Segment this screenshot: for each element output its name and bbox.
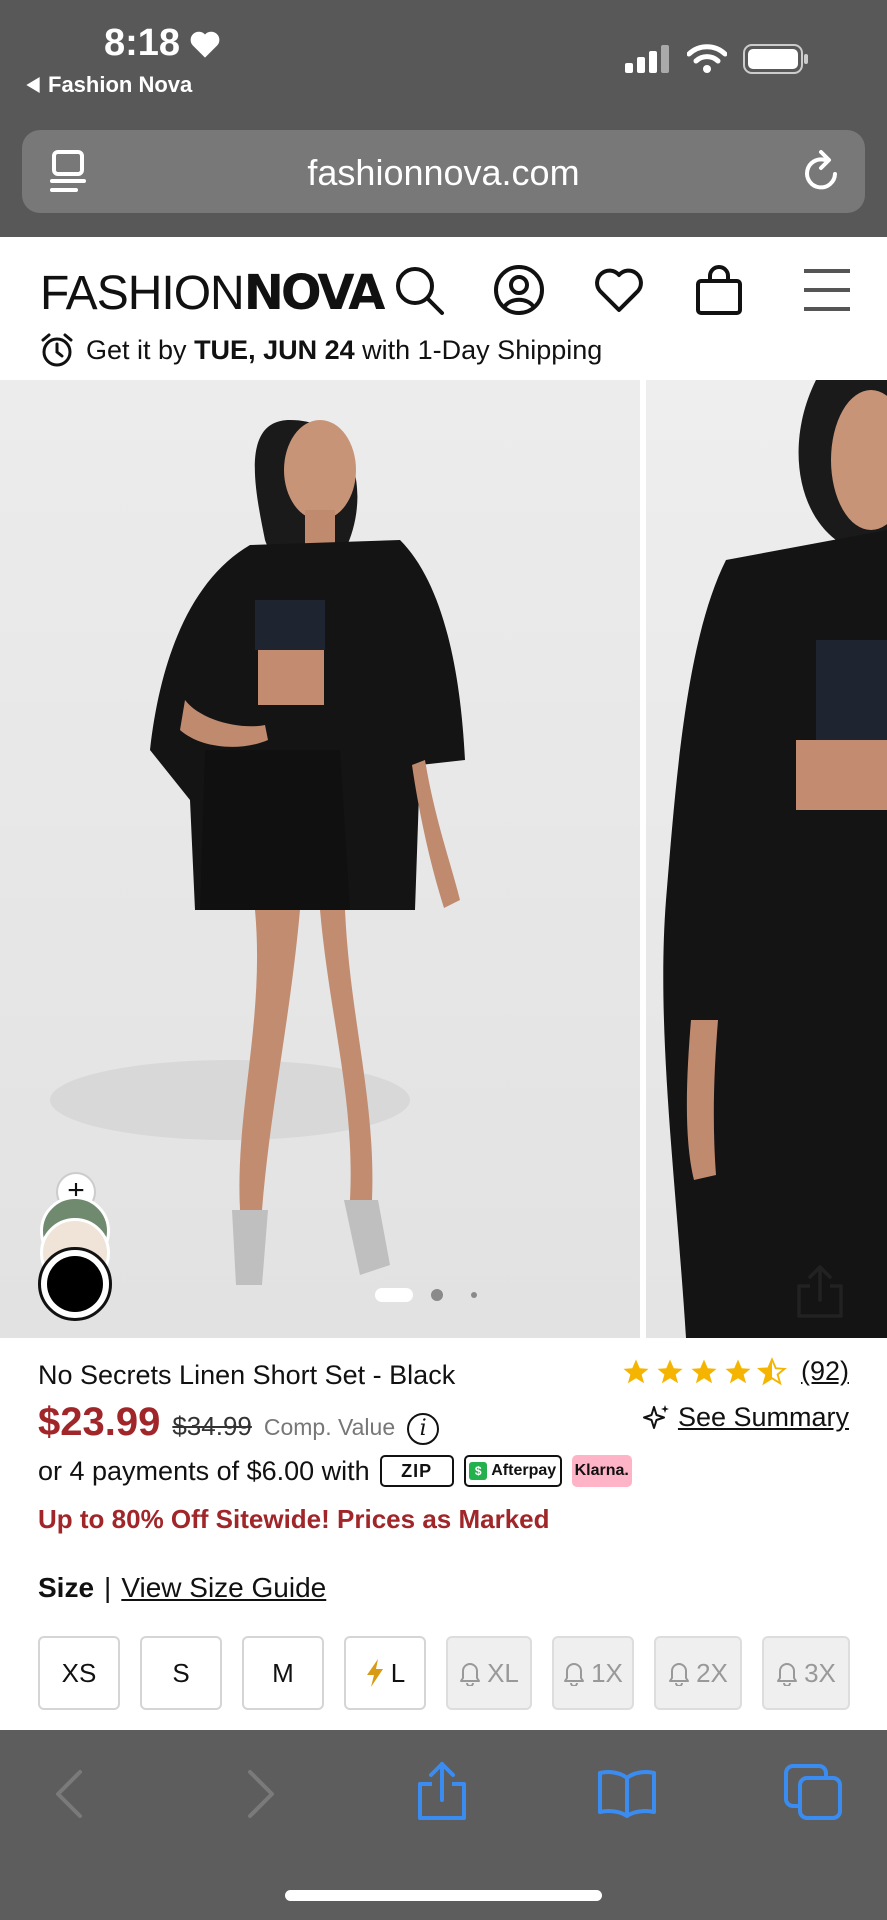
klarna-badge[interactable]: Klarna.: [571, 1455, 632, 1487]
size-label: M: [272, 1657, 294, 1688]
size-xl-button[interactable]: XL: [446, 1636, 532, 1710]
size-1x-button[interactable]: 1X: [552, 1636, 634, 1710]
half-star-icon: [757, 1356, 787, 1385]
cellular-signal-icon: [625, 45, 669, 73]
heart-status-icon: [190, 31, 220, 58]
zip-badge[interactable]: ZIP: [379, 1455, 454, 1487]
carousel-dot-active: [375, 1288, 413, 1302]
size-m-button[interactable]: M: [242, 1636, 324, 1710]
bell-icon: [777, 1663, 798, 1686]
product-photo-main[interactable]: [0, 380, 640, 1338]
account-icon[interactable]: [492, 263, 546, 317]
bookmarks-book-icon[interactable]: [596, 1768, 658, 1818]
hamburger-menu-icon[interactable]: [800, 263, 854, 317]
promo-text: Up to 80% Off Sitewide! Prices as Marked: [38, 1504, 550, 1534]
size-label: XL: [487, 1657, 519, 1688]
sale-price: $23.99: [38, 1400, 161, 1444]
installments-row: or 4 payments of $6.00 with ZIP $ Afterp…: [38, 1455, 632, 1487]
see-summary-link[interactable]: See Summary: [642, 1402, 849, 1433]
size-label: Size: [38, 1572, 95, 1603]
size-options: XS S M L XL 1X 2X 3X: [38, 1636, 850, 1710]
share-icon[interactable]: [793, 1264, 847, 1320]
product-name: No Secrets Linen Short Set - Black: [38, 1360, 456, 1390]
model-illustration: [50, 420, 465, 1285]
tabs-icon[interactable]: [784, 1764, 844, 1820]
sparkle-icon: [642, 1404, 669, 1429]
alarm-clock-icon: [41, 333, 73, 367]
swatch-black-selected[interactable]: [38, 1247, 112, 1321]
shopping-bag-icon[interactable]: [692, 263, 746, 317]
size-label: XS: [61, 1657, 97, 1688]
comp-value-label: Comp. Value: [263, 1414, 396, 1440]
status-bar: 8:18 Fashion Nova fashionnova.com: [0, 0, 887, 237]
status-icons: [625, 44, 809, 74]
carousel-dot[interactable]: [471, 1292, 477, 1298]
url-text[interactable]: fashionnova.com: [22, 152, 865, 194]
bell-icon: [669, 1663, 690, 1686]
size-label: 3X: [804, 1657, 836, 1688]
star-icon: [657, 1359, 683, 1383]
price-row: $23.99 $34.99 Comp. Value i: [38, 1400, 440, 1445]
model-illustration-2: [663, 380, 887, 1338]
see-summary-label[interactable]: See Summary: [678, 1402, 849, 1433]
rating[interactable]: (92): [621, 1356, 849, 1387]
reload-icon[interactable]: [801, 150, 843, 194]
site-header: FASHIONNOVA Get it by TUE, JUN 24 with 1…: [0, 237, 887, 379]
size-label: 2X: [696, 1657, 728, 1688]
star-icon: [623, 1359, 649, 1383]
size-3x-button[interactable]: 3X: [762, 1636, 850, 1710]
url-bar[interactable]: fashionnova.com: [22, 130, 865, 213]
size-header: Size | View Size Guide: [38, 1572, 326, 1604]
size-l-button[interactable]: L: [344, 1636, 426, 1710]
size-2x-button[interactable]: 2X: [654, 1636, 742, 1710]
star-icon: [691, 1359, 717, 1383]
size-label: 1X: [591, 1657, 623, 1688]
back-arrow-icon[interactable]: [50, 1766, 90, 1822]
bell-icon: [564, 1663, 585, 1686]
back-app-label: Fashion Nova: [48, 72, 193, 97]
size-s-button[interactable]: S: [140, 1636, 222, 1710]
shipping-suffix: with 1-Day Shipping: [362, 334, 603, 365]
carousel-dot[interactable]: [431, 1289, 443, 1301]
time-text: 8:18: [104, 22, 181, 64]
afterpay-dollar-icon: $: [469, 1462, 488, 1480]
fashion-nova-logo[interactable]: FASHIONNOVA: [40, 265, 386, 321]
back-to-app[interactable]: Fashion Nova: [26, 72, 192, 98]
size-label: L: [390, 1657, 406, 1688]
wishlist-heart-icon[interactable]: [592, 263, 646, 317]
size-separator: |: [104, 1572, 112, 1603]
status-time: 8:18: [104, 22, 222, 65]
forward-arrow-icon[interactable]: [240, 1766, 280, 1822]
size-label: S: [172, 1657, 190, 1688]
carousel-dots: [375, 1288, 485, 1302]
bell-icon: [460, 1663, 481, 1686]
share-toolbar-icon[interactable]: [414, 1760, 470, 1822]
original-price: $34.99: [172, 1411, 252, 1441]
battery-icon: [743, 44, 808, 74]
afterpay-badge[interactable]: $ Afterpay: [463, 1455, 562, 1487]
installments-text: or 4 payments of $6.00 with: [38, 1455, 370, 1486]
search-icon[interactable]: [392, 263, 446, 317]
home-indicator[interactable]: [285, 1890, 602, 1901]
logo-light: FASHION: [40, 267, 245, 320]
lightning-icon: [366, 1659, 383, 1687]
wifi-icon: [687, 44, 727, 73]
review-count[interactable]: (92): [801, 1356, 849, 1387]
product-photo-next[interactable]: [646, 380, 887, 1338]
info-icon[interactable]: i: [407, 1413, 440, 1445]
shipping-banner: Get it by TUE, JUN 24 with 1-Day Shippin…: [40, 333, 602, 367]
afterpay-label: Afterpay: [491, 1462, 557, 1479]
size-guide-link[interactable]: View Size Guide: [121, 1572, 326, 1604]
back-triangle-icon: [26, 77, 40, 93]
logo-bold: NOVA: [243, 265, 386, 321]
shipping-prefix: Get it by: [86, 334, 187, 365]
size-xs-button[interactable]: XS: [38, 1636, 120, 1710]
swatch-black-fill: [47, 1256, 103, 1312]
shipping-date: TUE, JUN 24: [194, 334, 355, 365]
star-icon: [725, 1359, 751, 1383]
